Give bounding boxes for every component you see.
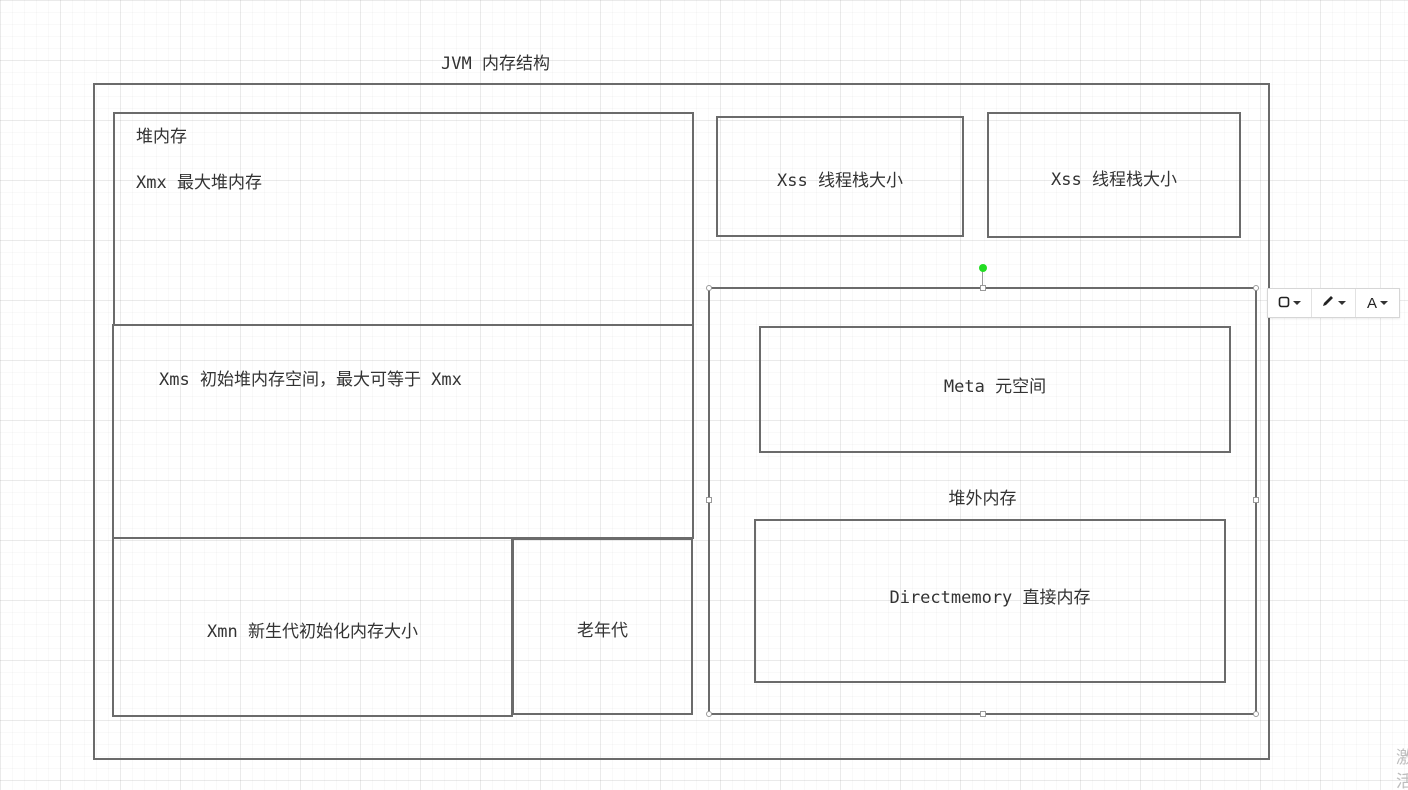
shape-format-toolbar: A xyxy=(1267,288,1400,318)
chevron-down-icon xyxy=(1293,301,1301,305)
text-style-button[interactable]: A xyxy=(1356,289,1399,317)
direct-memory-label: Directmemory 直接内存 xyxy=(889,588,1091,608)
activation-watermark: 激活 xyxy=(1396,748,1408,790)
old-generation-label: 老年代 xyxy=(577,621,628,641)
line-style-button[interactable] xyxy=(1312,289,1356,317)
offheap-memory-title: 堆外内存 xyxy=(948,489,1017,509)
resize-handle-top-left[interactable] xyxy=(706,285,712,291)
text-style-label: A xyxy=(1366,294,1377,312)
xms-box[interactable]: Xms 初始堆内存空间，最大可等于 Xmx xyxy=(112,324,694,539)
resize-handle-bottom-left[interactable] xyxy=(706,711,712,717)
resize-handle-bottom-right[interactable] xyxy=(1253,711,1259,717)
metaspace-label: Meta 元空间 xyxy=(943,377,1047,397)
resize-handle-top-right[interactable] xyxy=(1253,285,1259,291)
thread-stack-box-2[interactable]: Xss 线程栈大小 xyxy=(987,112,1241,238)
shape-style-button[interactable] xyxy=(1268,289,1312,317)
heap-memory-title: 堆内存 xyxy=(136,127,187,147)
thread-stack-box-1[interactable]: Xss 线程栈大小 xyxy=(716,116,964,237)
rounded-square-icon xyxy=(1278,295,1290,312)
diagram-title[interactable]: JVM 内存结构 xyxy=(441,49,550,74)
direct-memory-box[interactable]: Directmemory 直接内存 xyxy=(754,519,1226,683)
pencil-icon xyxy=(1321,294,1335,312)
xmn-young-gen-box[interactable]: Xmn 新生代初始化内存大小 xyxy=(112,537,513,717)
thread-stack-label: Xss 线程栈大小 xyxy=(1051,170,1177,190)
chevron-down-icon xyxy=(1380,301,1388,305)
diagram-canvas[interactable]: JVM 内存结构 堆内存 Xmx 最大堆内存 Xms 初始堆内存空间，最大可等于… xyxy=(0,0,1408,790)
xms-label: Xms 初始堆内存空间，最大可等于 Xmx xyxy=(159,370,462,390)
resize-handle-right[interactable] xyxy=(1253,497,1259,503)
xmn-label: Xmn 新生代初始化内存大小 xyxy=(207,622,418,642)
thread-stack-label: Xss 线程栈大小 xyxy=(777,171,903,191)
old-generation-box[interactable]: 老年代 xyxy=(512,538,693,715)
resize-handle-bottom[interactable] xyxy=(980,711,986,717)
resize-handle-left[interactable] xyxy=(706,497,712,503)
offheap-memory-box[interactable]: Meta 元空间 堆外内存 Directmemory 直接内存 xyxy=(708,287,1257,715)
chevron-down-icon xyxy=(1338,301,1346,305)
resize-handle-top[interactable] xyxy=(980,285,986,291)
metaspace-box[interactable]: Meta 元空间 xyxy=(759,326,1231,453)
xmx-label: Xmx 最大堆内存 xyxy=(136,173,262,193)
heap-memory-box[interactable]: 堆内存 Xmx 最大堆内存 xyxy=(113,112,694,326)
rotate-handle[interactable] xyxy=(979,264,987,272)
